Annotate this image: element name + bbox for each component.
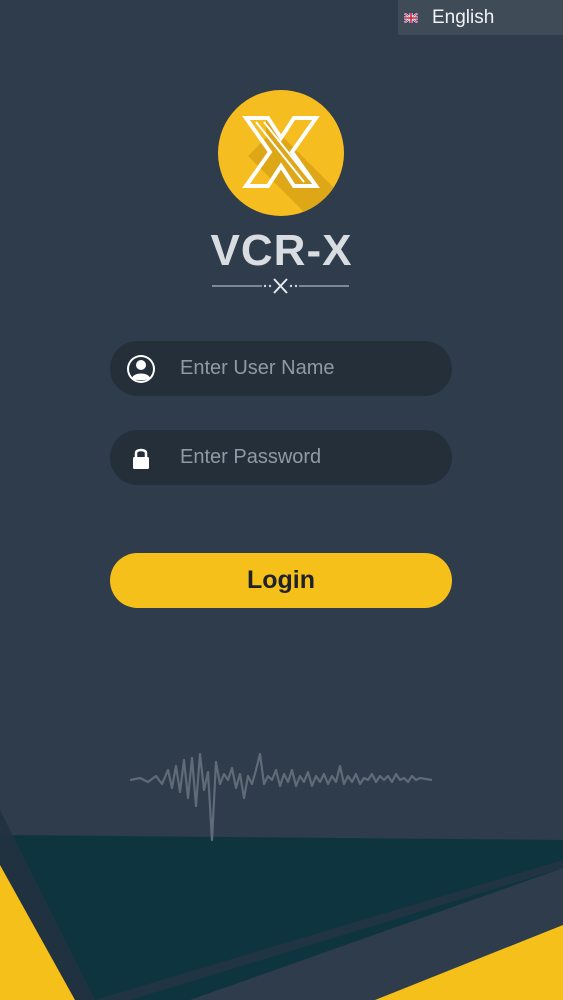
ornament-divider — [212, 278, 349, 294]
language-selector[interactable]: English — [398, 0, 563, 35]
login-button[interactable]: Login — [110, 553, 452, 608]
language-label: English — [432, 6, 495, 28]
username-field[interactable] — [110, 341, 452, 396]
password-input[interactable] — [180, 430, 440, 485]
username-input[interactable] — [180, 341, 440, 396]
uk-flag-icon — [404, 12, 418, 23]
user-icon — [127, 355, 155, 383]
lock-icon — [133, 448, 149, 469]
brand-name: VCR-X — [210, 226, 353, 275]
password-field[interactable] — [110, 430, 452, 485]
sound-wave-icon — [130, 752, 432, 842]
x-logo-icon — [218, 90, 344, 216]
